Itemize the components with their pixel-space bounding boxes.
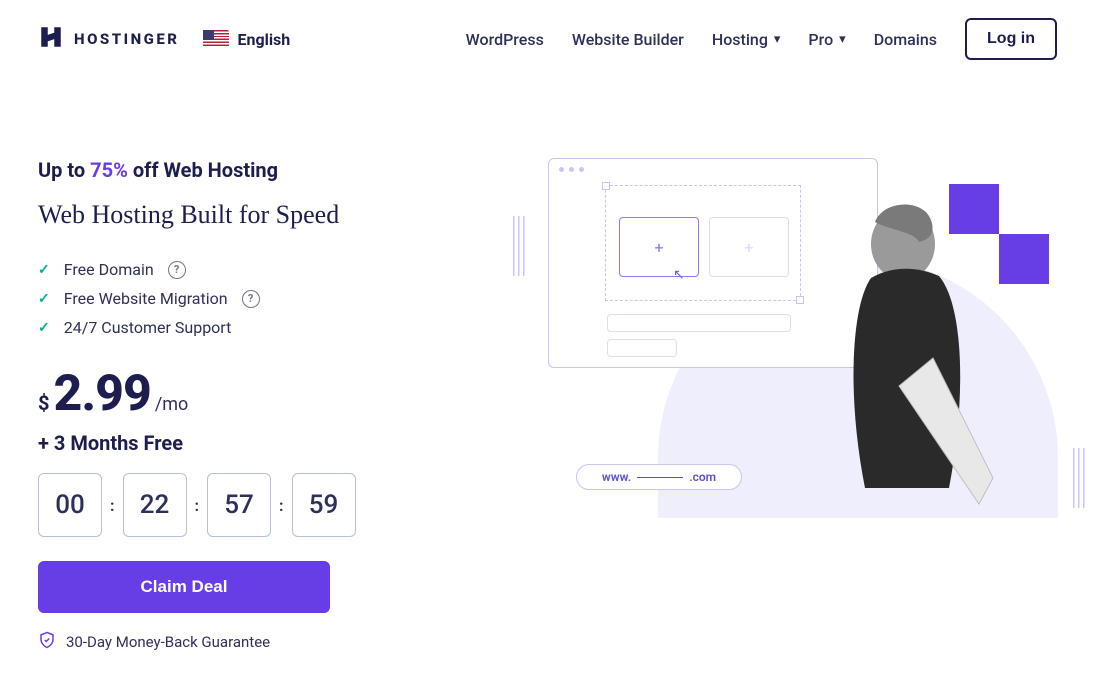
bar-placeholder: [607, 339, 677, 357]
price-period: /mo: [155, 394, 188, 415]
chevron-down-icon: ▾: [839, 32, 846, 47]
price-amount: 2.99: [53, 365, 150, 423]
countdown-timer: 00 : 22 : 57 : 59: [38, 473, 468, 537]
guarantee-line: 30-Day Money-Back Guarantee: [38, 631, 468, 653]
url-tld: .com: [689, 470, 716, 484]
feature-free-domain: ✓ Free Domain ?: [38, 260, 468, 279]
help-icon[interactable]: ?: [168, 261, 186, 279]
bonus-line: + 3 Months Free: [38, 431, 468, 455]
accent-square-icon: [949, 184, 999, 234]
nav-hosting[interactable]: Hosting ▾: [712, 30, 781, 49]
feature-label: 24/7 Customer Support: [64, 318, 232, 337]
feature-label: Free Website Migration: [64, 289, 228, 308]
feature-support: ✓ 24/7 Customer Support: [38, 318, 468, 337]
cursor-icon: ↖: [673, 267, 685, 283]
nav-wordpress-label: WordPress: [466, 30, 544, 49]
logo-mark-icon: [38, 24, 64, 54]
price: $ 2.99 /mo: [38, 365, 468, 423]
page-headline: Web Hosting Built for Speed: [38, 200, 468, 230]
claim-deal-button[interactable]: Claim Deal: [38, 561, 330, 613]
header-left: HOSTINGER English: [38, 24, 290, 54]
timer-sep: :: [110, 496, 115, 515]
check-icon: ✓: [38, 262, 50, 278]
nav-wordpress[interactable]: WordPress: [466, 30, 544, 49]
url-blank-icon: [637, 477, 683, 478]
timer-sep: :: [195, 496, 200, 515]
timer-sep: :: [279, 496, 284, 515]
brand-text: HOSTINGER: [74, 30, 179, 48]
language-label: English: [237, 30, 290, 49]
nav-pro[interactable]: Pro ▾: [808, 30, 845, 49]
main-nav: WordPress Website Builder Hosting▾ Pro▾ …: [466, 18, 1057, 60]
nav-website-builder[interactable]: Website Builder: [572, 30, 684, 49]
window-dots-icon: [559, 167, 584, 172]
nav-domains-label: Domains: [874, 30, 937, 49]
feature-list: ✓ Free Domain ? ✓ Free Website Migration…: [38, 260, 468, 337]
chevron-down-icon: ▾: [774, 32, 781, 47]
decor-lines-icon: [1073, 448, 1087, 508]
timer-hours: 22: [123, 473, 187, 537]
help-icon[interactable]: ?: [242, 290, 260, 308]
feature-free-migration: ✓ Free Website Migration ?: [38, 289, 468, 308]
check-icon: ✓: [38, 320, 50, 336]
promo-line: Up to 75% off Web Hosting: [38, 158, 468, 182]
flag-us-icon: [203, 30, 229, 48]
shield-icon: [38, 631, 56, 653]
browser-mock: + + ↖: [548, 158, 878, 368]
hero-illustration: + + ↖ www. .com: [508, 158, 1057, 653]
check-icon: ✓: [38, 291, 50, 307]
login-button[interactable]: Log in: [965, 18, 1057, 60]
bar-placeholder: [607, 314, 791, 332]
timer-minutes: 57: [207, 473, 271, 537]
nav-builder-label: Website Builder: [572, 30, 684, 49]
currency: $: [38, 391, 49, 415]
url-pill: www. .com: [576, 464, 742, 490]
language-selector[interactable]: English: [203, 30, 290, 49]
guarantee-text: 30-Day Money-Back Guarantee: [66, 633, 270, 651]
timer-days: 00: [38, 473, 102, 537]
url-www: www.: [602, 470, 631, 484]
promo-percent: 75%: [90, 158, 128, 182]
decor-lines-icon: [513, 216, 527, 276]
promo-suffix: off Web Hosting: [128, 158, 278, 182]
header: HOSTINGER English WordPress Website Buil…: [0, 0, 1095, 78]
feature-label: Free Domain: [64, 260, 154, 279]
hero-content: Up to 75% off Web Hosting Web Hosting Bu…: [38, 158, 468, 653]
logo[interactable]: HOSTINGER: [38, 24, 179, 54]
nav-hosting-label: Hosting: [712, 30, 768, 49]
nav-domains[interactable]: Domains: [874, 30, 937, 49]
card-placeholder: +: [619, 217, 699, 277]
timer-seconds: 59: [292, 473, 356, 537]
card-placeholder: +: [709, 217, 789, 277]
hero: Up to 75% off Web Hosting Web Hosting Bu…: [0, 78, 1095, 653]
accent-square-icon: [999, 234, 1049, 284]
nav-pro-label: Pro: [808, 30, 833, 49]
promo-prefix: Up to: [38, 158, 90, 182]
